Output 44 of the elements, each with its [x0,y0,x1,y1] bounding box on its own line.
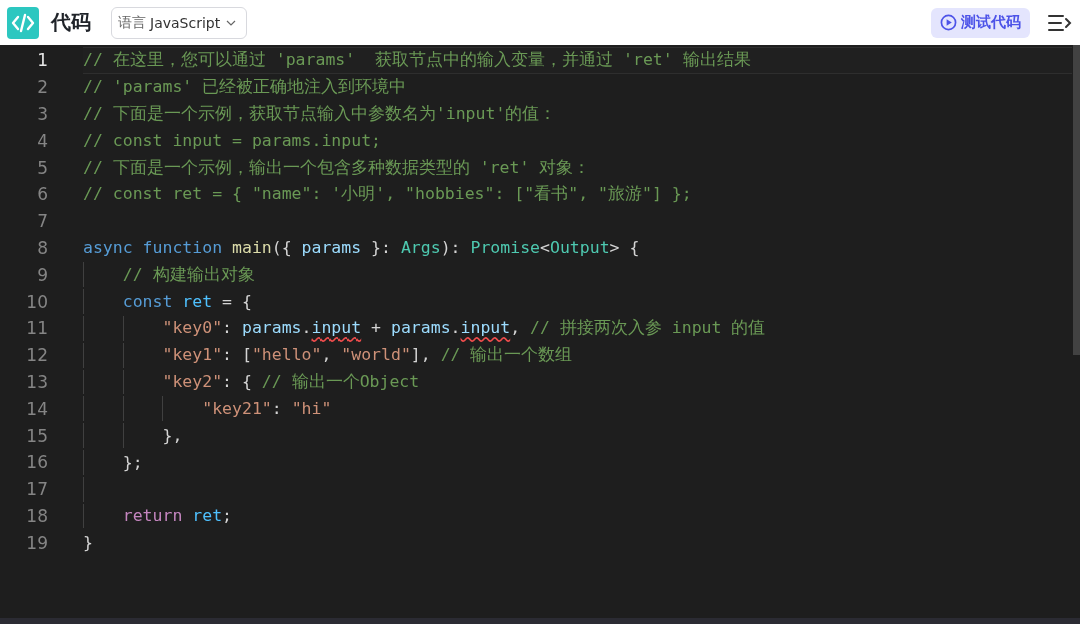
line-number: 17 [25,479,48,500]
line-number: 18 [25,505,48,526]
line-number: 19 [25,532,48,553]
line-number: 12 [25,345,48,366]
chevron-down-icon [226,19,237,26]
code-line: async function main({ params }: Args): Promise<Output> { [83,238,640,258]
collapse-menu-icon[interactable] [1048,13,1072,32]
line-number: 7 [36,211,48,232]
code-line: return ret; [121,506,233,526]
line-number: 1 [36,50,48,71]
line-number: 13 [25,371,48,392]
scrollbar[interactable] [1073,45,1080,355]
code-line: // 下面是一个示例，输出一个包含多种数据类型的 'ret' 对象： [83,156,591,179]
line-number: 11 [25,318,48,339]
code-line: const ret = { [121,292,252,312]
play-icon [940,14,957,31]
code-line: } [83,533,93,553]
code-line: }; [121,452,143,472]
line-number: 6 [36,184,48,205]
code-line: // 'params' 已经被正确地注入到环境中 [83,76,407,99]
code-line: // const input = params.input; [83,131,381,151]
line-number: 14 [25,398,48,419]
code-line: "key2": { // 输出一个Object [161,370,420,393]
language-select[interactable]: 语言 JavaScript [111,6,248,39]
line-number: 10 [25,291,48,312]
line-number: 2 [36,77,48,98]
code-line: // const ret = { "name": '小明', "hobbies": ["看书", "旅游"] }; [83,183,692,206]
code-logo-icon [7,6,39,39]
code-line: // 在这里，您可以通过 'params' 获取节点中的输入变量，并通过 'ret' 输出结果 [83,49,751,72]
panel-title: 代码 [51,9,91,36]
code-line: "key21": "hi" [201,399,332,419]
line-number: 3 [36,104,48,124]
code-line: "key0": params.input + params.input, // 拼接两次入参 input 的值 [161,317,766,340]
test-code-button[interactable]: 测试代码 [931,7,1030,38]
code-line: "key1": ["hello", "world"], // 输出一个数组 [161,344,573,367]
code-line: // 构建输出对象 [121,263,255,286]
line-number: 16 [25,452,48,473]
line-number: 15 [25,425,48,446]
line-number: 9 [36,264,48,285]
code-line: }, [161,426,183,446]
line-number: 4 [36,130,48,151]
line-number: 8 [36,237,48,258]
line-number: 5 [36,157,48,178]
code-line: // 下面是一个示例，获取节点输入中参数名为'input'的值： [83,103,557,125]
